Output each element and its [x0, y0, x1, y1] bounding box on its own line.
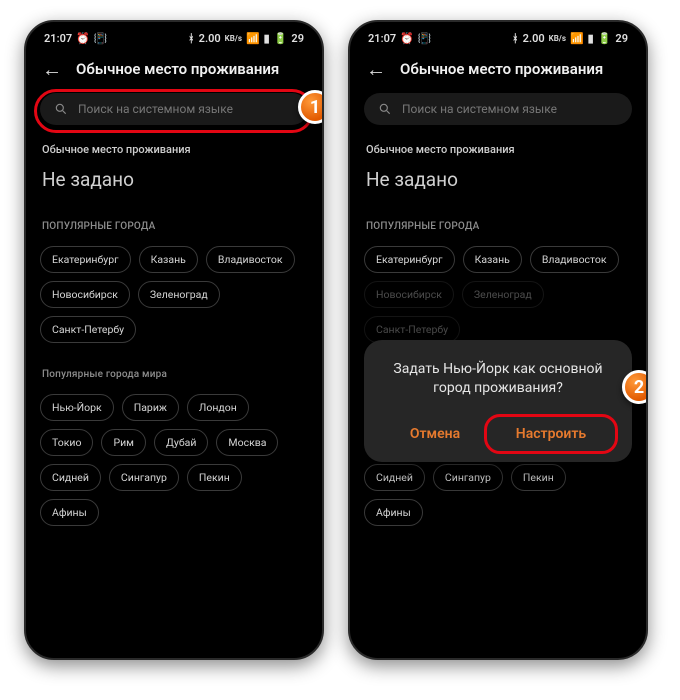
- vibrate-icon: 📳: [418, 32, 432, 45]
- popular-local-chips: Екатеринбург Казань Владивосток Новосиби…: [26, 236, 322, 347]
- phone-screen-1: 21:07 ⏰ 📳 ᚼ 2.00 KB/s 📶 ▮ 🔋 29 ← Обычное…: [24, 20, 324, 660]
- signal-icon: ▮: [264, 32, 270, 45]
- city-chip[interactable]: Дубай: [154, 429, 208, 456]
- city-chip[interactable]: Екатеринбург: [40, 246, 131, 273]
- city-chip[interactable]: Екатеринбург: [364, 246, 455, 273]
- cancel-button[interactable]: Отмена: [390, 418, 480, 450]
- search-input[interactable]: Поиск на системном языке: [364, 93, 632, 125]
- popular-world-header: Популярные города мира: [26, 347, 322, 384]
- city-chip[interactable]: Санкт-Петербу: [40, 316, 136, 343]
- city-chip[interactable]: Зеленоград: [138, 281, 220, 308]
- page-title: Обычное место проживания: [400, 60, 603, 78]
- popular-local-label: ПОПУЛЯРНЫЕ ГОРОДА: [42, 221, 306, 232]
- confirm-button-label: Настроить: [516, 426, 586, 442]
- bluetooth-icon: ᚼ: [188, 32, 195, 45]
- net-unit: KB/s: [549, 34, 566, 43]
- status-bar: 21:07 ⏰ 📳 ᚼ 2.00 KB/s 📶 ▮ 🔋 29: [350, 22, 646, 49]
- wifi-icon: 📶: [570, 32, 584, 45]
- city-chip[interactable]: Новосибирск: [364, 281, 454, 308]
- battery-pct: 29: [291, 32, 304, 45]
- page-title: Обычное место проживания: [76, 60, 279, 78]
- popular-world-label: Популярные города мира: [42, 369, 306, 380]
- popular-local-header: ПОПУЛЯРНЫЕ ГОРОДА: [350, 195, 646, 236]
- city-chip[interactable]: Пекин: [187, 464, 242, 491]
- city-chip[interactable]: Пекин: [511, 464, 566, 491]
- search-icon: [378, 102, 392, 116]
- city-chip[interactable]: Зеленоград: [462, 281, 544, 308]
- status-time: 21:07: [368, 32, 396, 45]
- wifi-icon: 📶: [246, 32, 260, 45]
- search-icon: [54, 102, 68, 116]
- city-chip[interactable]: Казань: [463, 246, 522, 273]
- city-chip[interactable]: Париж: [122, 394, 179, 421]
- status-bar: 21:07 ⏰ 📳 ᚼ 2.00 KB/s 📶 ▮ 🔋 29: [26, 22, 322, 49]
- residence-section: Обычное место проживания Не задано: [26, 129, 322, 195]
- popular-world-chips: Нью-Йорк Париж Лондон Токио Рим Дубай Мо…: [26, 384, 322, 530]
- status-time: 21:07: [44, 32, 72, 45]
- vibrate-icon: 📳: [94, 32, 108, 45]
- app-bar: ← Обычное место проживания: [350, 49, 646, 85]
- net-unit: KB/s: [225, 34, 242, 43]
- back-icon[interactable]: ←: [42, 59, 62, 79]
- signal-icon: ▮: [588, 32, 594, 45]
- callout-1: 1: [298, 90, 324, 124]
- residence-value: Не задано: [366, 168, 630, 191]
- city-chip[interactable]: Сингапур: [109, 464, 179, 491]
- alarm-icon: ⏰: [76, 32, 90, 45]
- residence-label: Обычное место проживания: [366, 143, 630, 156]
- city-chip[interactable]: Нью-Йорк: [40, 394, 114, 421]
- city-chip[interactable]: Новосибирск: [40, 281, 130, 308]
- dialog-message: Задать Нью-Йорк как основной город прожи…: [382, 358, 614, 414]
- city-chip[interactable]: Лондон: [187, 394, 249, 421]
- city-chip[interactable]: Москва: [216, 429, 278, 456]
- net-speed: 2.00: [523, 32, 545, 45]
- city-chip[interactable]: Санкт-Петербу: [364, 316, 460, 343]
- popular-local-header: ПОПУЛЯРНЫЕ ГОРОДА: [26, 195, 322, 236]
- residence-label: Обычное место проживания: [42, 143, 306, 156]
- battery-icon: 🔋: [274, 32, 288, 45]
- city-chip[interactable]: Рим: [101, 429, 145, 456]
- city-chip[interactable]: Токио: [40, 429, 93, 456]
- residence-section: Обычное место проживания Не задано: [350, 129, 646, 195]
- callout-2: 2: [622, 370, 648, 404]
- search-input[interactable]: Поиск на системном языке: [40, 93, 308, 125]
- battery-pct: 29: [615, 32, 628, 45]
- search-placeholder: Поиск на системном языке: [78, 102, 233, 116]
- alarm-icon: ⏰: [400, 32, 414, 45]
- bluetooth-icon: ᚼ: [512, 32, 519, 45]
- city-chip[interactable]: Казань: [139, 246, 198, 273]
- popular-local-chips: Екатеринбург Казань Владивосток Новосиби…: [350, 236, 646, 347]
- city-chip[interactable]: Сидней: [40, 464, 101, 491]
- city-chip[interactable]: Афины: [364, 499, 423, 526]
- confirm-button[interactable]: Настроить: [496, 418, 606, 450]
- net-speed: 2.00: [199, 32, 221, 45]
- confirm-dialog: Задать Нью-Йорк как основной город прожи…: [364, 340, 632, 462]
- city-chip[interactable]: Сидней: [364, 464, 425, 491]
- app-bar: ← Обычное место проживания: [26, 49, 322, 85]
- phone-screen-2: 21:07 ⏰ 📳 ᚼ 2.00 KB/s 📶 ▮ 🔋 29 ← Обычное…: [348, 20, 648, 660]
- back-icon[interactable]: ←: [366, 59, 386, 79]
- search-placeholder: Поиск на системном языке: [402, 102, 557, 116]
- battery-icon: 🔋: [598, 32, 612, 45]
- city-chip[interactable]: Владивосток: [530, 246, 619, 273]
- popular-local-label: ПОПУЛЯРНЫЕ ГОРОДА: [366, 221, 630, 232]
- residence-value: Не задано: [42, 168, 306, 191]
- city-chip[interactable]: Сингапур: [433, 464, 503, 491]
- city-chip[interactable]: Владивосток: [206, 246, 295, 273]
- city-chip[interactable]: Афины: [40, 499, 99, 526]
